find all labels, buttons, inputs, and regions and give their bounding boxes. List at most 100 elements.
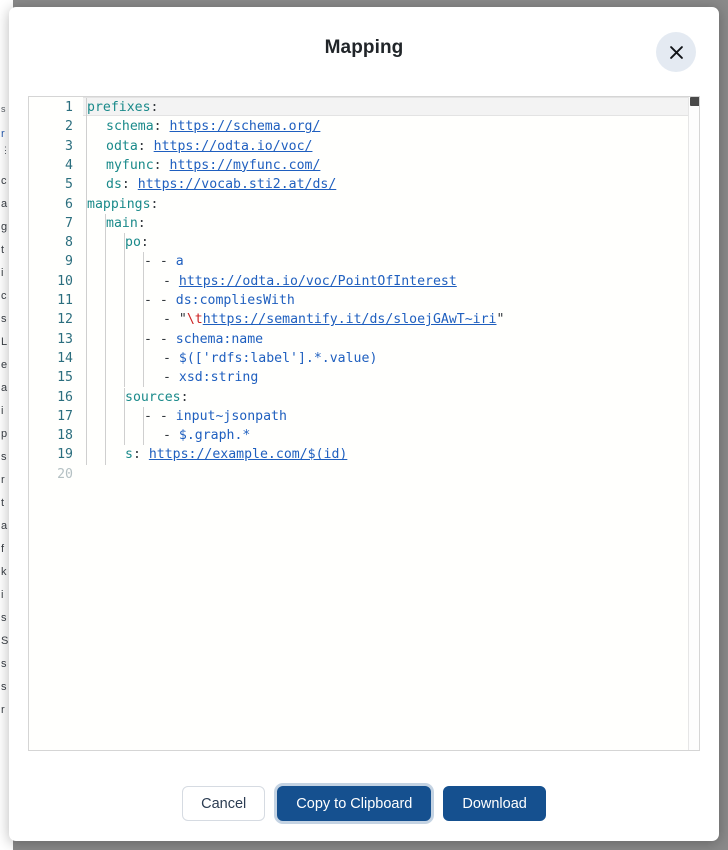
code-token-dash: - xyxy=(163,428,179,444)
code-line[interactable]: - $.graph.* xyxy=(163,426,250,445)
line-number: 7 xyxy=(65,215,73,231)
code-token-key: s xyxy=(125,447,133,463)
close-icon xyxy=(669,45,683,59)
code-token-punct: : xyxy=(153,157,170,173)
modal-header: Mapping xyxy=(9,7,719,92)
indent-guide xyxy=(143,252,144,388)
copy-to-clipboard-button[interactable]: Copy to Clipboard xyxy=(277,785,432,821)
code-token-val: input~jsonpath xyxy=(175,408,287,424)
line-number: 6 xyxy=(65,196,73,212)
line-number: 13 xyxy=(57,331,73,347)
code-token-key: main xyxy=(106,215,138,231)
code-token-key: myfunc xyxy=(106,157,154,173)
code-line[interactable]: mappings: xyxy=(87,195,158,214)
code-token-val: $.graph.* xyxy=(178,428,251,444)
code-line[interactable]: schema: https://schema.org/ xyxy=(106,117,320,136)
line-number-gutter: 1 2 3 4 5 6 7 8 9 10 11 12 13 14 15 16 17 18 19 20 xyxy=(29,97,83,750)
code-token-link[interactable]: https://vocab.sti2.at/ds/ xyxy=(138,177,337,192)
line-number: 2 xyxy=(65,119,73,135)
mapping-modal: Mapping 1 2 3 4 5 6 7 8 9 10 11 12 13 14 15 16 17 18 19 20 … xyxy=(9,7,719,841)
code-token-punct: : xyxy=(140,235,149,251)
code-token-dash: - xyxy=(159,331,176,347)
code-token-link[interactable]: https://odta.io/voc/PointOfInterest xyxy=(179,274,457,289)
code-content[interactable]: prefixes: schema: https://schema.org/odta… xyxy=(83,97,699,750)
code-token-punct: : xyxy=(121,177,138,193)
code-line[interactable]: main: xyxy=(106,214,146,233)
code-line[interactable]: ds: https://vocab.sti2.at/ds/ xyxy=(106,175,336,194)
indent-guide xyxy=(105,213,106,465)
code-line[interactable]: po: xyxy=(125,233,149,252)
code-token-link[interactable]: https://myfunc.com/ xyxy=(170,158,321,173)
code-line[interactable]: - - input~jsonpath xyxy=(144,407,287,426)
line-number: 14 xyxy=(57,350,73,366)
scrollbar-thumb[interactable] xyxy=(690,97,699,106)
code-token-dash: - xyxy=(159,408,176,424)
code-token-link[interactable]: https://semantify.it/ds/sloejGAwT~iri xyxy=(203,312,497,327)
code-token-dash: - xyxy=(163,273,179,289)
indent-guide xyxy=(86,194,87,465)
indent-guide xyxy=(86,98,87,195)
download-button[interactable]: Download xyxy=(443,785,546,821)
code-line[interactable]: s: https://example.com/$(id) xyxy=(125,445,347,464)
code-line[interactable]: sources: xyxy=(125,388,189,407)
line-number: 4 xyxy=(65,157,73,173)
code-token-quote: " xyxy=(178,312,187,328)
line-number: 19 xyxy=(57,447,73,463)
indent-guide xyxy=(124,387,125,446)
code-token-dash: - xyxy=(144,254,160,270)
code-token-dash: - xyxy=(159,254,176,270)
page-title: Mapping xyxy=(324,37,404,58)
code-token-key: odta xyxy=(106,138,138,154)
line-number: 10 xyxy=(57,273,73,289)
code-token-link[interactable]: https://schema.org/ xyxy=(170,119,321,134)
line-number: 18 xyxy=(57,428,73,444)
code-token-key: mappings xyxy=(87,196,151,212)
code-token-dash: - xyxy=(144,408,160,424)
code-token-key: sources xyxy=(125,389,181,405)
code-token-esc: \t xyxy=(186,312,203,328)
code-token-key: ds xyxy=(106,177,122,193)
editor-vertical-scrollbar[interactable] xyxy=(688,97,699,750)
indent-guide xyxy=(143,406,144,446)
code-token-key: po xyxy=(125,235,141,251)
code-token-quote: " xyxy=(496,312,505,328)
code-line[interactable]: prefixes: xyxy=(87,98,158,117)
code-token-val: ds:compliesWith xyxy=(175,293,295,308)
code-line[interactable]: - - ds:compliesWith xyxy=(144,291,295,310)
code-token-punct: : xyxy=(137,138,154,154)
code-token-dash: - xyxy=(144,293,160,308)
code-line[interactable]: - "\thttps://semantify.it/ds/sloejGAwT~i… xyxy=(163,310,504,329)
line-number: 12 xyxy=(57,312,73,328)
code-token-val: schema:name xyxy=(175,331,264,347)
code-token-link[interactable]: https://odta.io/voc/ xyxy=(154,139,313,154)
line-number: 15 xyxy=(57,370,73,386)
code-token-punct: : xyxy=(137,215,146,231)
line-number: 8 xyxy=(65,235,73,251)
code-line[interactable]: odta: https://odta.io/voc/ xyxy=(106,137,312,156)
cancel-button[interactable]: Cancel xyxy=(182,785,266,821)
code-token-dash: - xyxy=(159,293,176,308)
code-line[interactable]: - xsd:string xyxy=(163,368,258,387)
code-token-dash: - xyxy=(163,312,179,328)
code-token-punct: : xyxy=(132,447,149,463)
code-line[interactable]: - - schema:name xyxy=(144,330,263,349)
indent-guide xyxy=(124,233,125,388)
close-button[interactable] xyxy=(656,32,696,72)
line-number: 20 xyxy=(57,466,73,482)
code-token-val: xsd:string xyxy=(178,370,259,386)
code-token-link[interactable]: https://example.com/$(id) xyxy=(149,447,348,462)
code-token-dash: - xyxy=(163,350,179,366)
code-token-punct: : xyxy=(150,196,159,212)
code-line[interactable]: - $(['rdfs:label'].*.value) xyxy=(163,349,377,368)
line-number: 11 xyxy=(57,293,73,308)
code-token-val: a xyxy=(175,254,184,270)
code-token-punct: : xyxy=(153,119,170,135)
line-number: 5 xyxy=(65,177,73,193)
code-line[interactable]: myfunc: https://myfunc.com/ xyxy=(106,156,320,175)
code-line[interactable]: - https://odta.io/voc/PointOfInterest xyxy=(163,272,457,291)
code-editor[interactable]: 1 2 3 4 5 6 7 8 9 10 11 12 13 14 15 16 17 18 19 20 prefixes… xyxy=(28,96,700,751)
line-number: 16 xyxy=(57,389,73,405)
line-number: 9 xyxy=(65,254,73,270)
code-line[interactable]: - - a xyxy=(144,252,184,271)
code-token-val: $(['rdfs:label'].*.value) xyxy=(178,350,378,366)
